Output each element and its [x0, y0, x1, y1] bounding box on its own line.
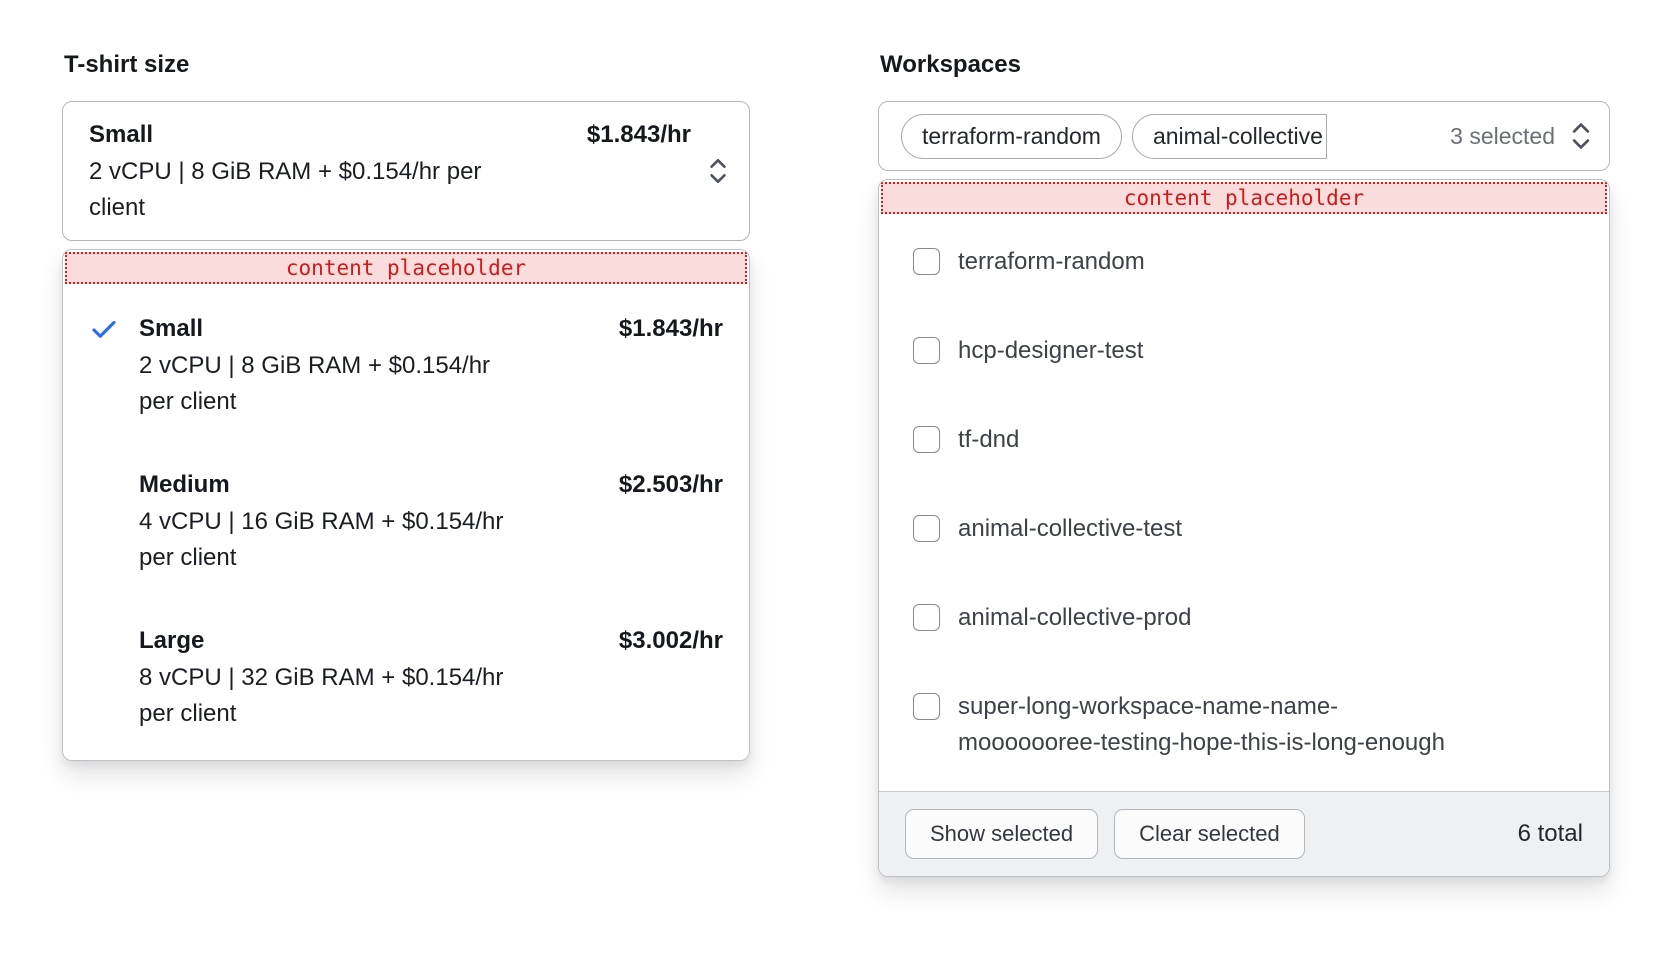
- checkbox[interactable]: [913, 248, 940, 275]
- size-option-content: Medium $2.503/hr 4 vCPU | 16 GiB RAM + $…: [139, 466, 723, 576]
- checkbox[interactable]: [913, 604, 940, 631]
- size-option-price: $3.002/hr: [619, 622, 723, 660]
- workspaces-select-trigger[interactable]: terraform-random animal-collective 3 sel…: [878, 101, 1610, 171]
- selected-size-name: Small: [89, 116, 153, 154]
- workspace-option-list: terraform-random hcp-designer-test tf-dn…: [879, 216, 1609, 791]
- workspaces-section: Workspaces terraform-random animal-colle…: [878, 50, 1610, 877]
- total-count: 6 total: [1518, 820, 1583, 848]
- selected-size-description: 2 vCPU | 8 GiB RAM + $0.154/hr per clien…: [89, 154, 509, 226]
- tshirt-size-label: T-shirt size: [64, 50, 750, 80]
- size-option-description: 8 vCPU | 32 GiB RAM + $0.154/hr per clie…: [139, 660, 514, 732]
- selected-count: 3 selected: [1436, 123, 1555, 150]
- check-spacer: [89, 627, 119, 657]
- workspace-option-label: hcp-designer-test: [958, 333, 1143, 369]
- size-option-price: $1.843/hr: [619, 310, 723, 348]
- size-option-medium[interactable]: Medium $2.503/hr 4 vCPU | 16 GiB RAM + $…: [89, 466, 723, 576]
- size-option-content: Large $3.002/hr 8 vCPU | 32 GiB RAM + $0…: [139, 622, 723, 732]
- workspaces-label: Workspaces: [880, 50, 1610, 80]
- workspace-tag: terraform-random: [901, 114, 1122, 159]
- checkbox[interactable]: [913, 515, 940, 542]
- workspace-option[interactable]: animal-collective-test: [913, 511, 1583, 547]
- checkbox[interactable]: [913, 426, 940, 453]
- workspace-tag-clipped: animal-collective: [1132, 114, 1327, 159]
- selected-size-summary: Small $1.843/hr 2 vCPU | 8 GiB RAM + $0.…: [89, 116, 691, 226]
- content-placeholder-banner: content placeholder: [881, 182, 1607, 214]
- workspace-option[interactable]: terraform-random: [913, 244, 1583, 280]
- tshirt-size-select-trigger[interactable]: Small $1.843/hr 2 vCPU | 8 GiB RAM + $0.…: [62, 101, 750, 241]
- size-option-small[interactable]: Small $1.843/hr 2 vCPU | 8 GiB RAM + $0.…: [89, 310, 723, 420]
- size-option-content: Small $1.843/hr 2 vCPU | 8 GiB RAM + $0.…: [139, 310, 723, 420]
- size-option-name: Small: [139, 310, 203, 348]
- up-down-chevron-icon: [705, 156, 731, 186]
- workspace-option[interactable]: tf-dnd: [913, 422, 1583, 458]
- size-option-description: 4 vCPU | 16 GiB RAM + $0.154/hr per clie…: [139, 504, 514, 576]
- workspace-option-label: terraform-random: [958, 244, 1145, 280]
- workspace-option-label: animal-collective-test: [958, 511, 1182, 547]
- workspace-option-label: tf-dnd: [958, 422, 1019, 458]
- size-option-description: 2 vCPU | 8 GiB RAM + $0.154/hr per clien…: [139, 348, 514, 420]
- check-spacer: [89, 471, 119, 501]
- workspace-option-label: super-long-workspace-name-name- moooooor…: [958, 689, 1445, 761]
- page: T-shirt size Small $1.843/hr 2 vCPU | 8 …: [0, 0, 1672, 964]
- checkbox[interactable]: [913, 693, 940, 720]
- show-selected-button[interactable]: Show selected: [905, 809, 1098, 859]
- selected-size-price: $1.843/hr: [587, 116, 691, 154]
- size-option-large[interactable]: Large $3.002/hr 8 vCPU | 32 GiB RAM + $0…: [89, 622, 723, 732]
- checkbox[interactable]: [913, 337, 940, 364]
- size-option-list: Small $1.843/hr 2 vCPU | 8 GiB RAM + $0.…: [63, 286, 749, 760]
- check-icon: [89, 315, 119, 345]
- size-option-name: Medium: [139, 466, 230, 504]
- workspace-option[interactable]: super-long-workspace-name-name- moooooor…: [913, 689, 1583, 761]
- content-placeholder-banner: content placeholder: [65, 252, 747, 284]
- workspace-option[interactable]: hcp-designer-test: [913, 333, 1583, 369]
- tshirt-size-dropdown: content placeholder Small $1.843/hr 2 vC…: [62, 249, 750, 761]
- workspaces-dropdown: content placeholder terraform-random hcp…: [878, 179, 1610, 877]
- up-down-chevron-icon: [1567, 120, 1595, 152]
- size-option-name: Large: [139, 622, 204, 660]
- size-option-price: $2.503/hr: [619, 466, 723, 504]
- workspace-option-label: animal-collective-prod: [958, 600, 1191, 636]
- clear-selected-button[interactable]: Clear selected: [1114, 809, 1305, 859]
- tshirt-size-section: T-shirt size Small $1.843/hr 2 vCPU | 8 …: [62, 50, 750, 761]
- dropdown-footer: Show selected Clear selected 6 total: [879, 791, 1609, 876]
- workspace-option[interactable]: animal-collective-prod: [913, 600, 1583, 636]
